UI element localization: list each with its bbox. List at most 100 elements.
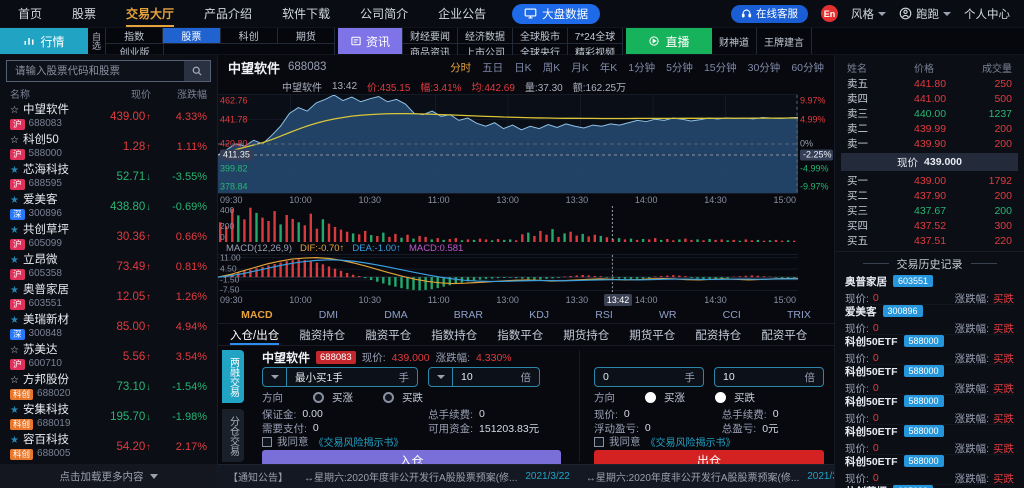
star-icon[interactable]: ☆	[10, 135, 19, 147]
trade-tab[interactable]: 融资持仓	[299, 324, 345, 345]
watchlist-row[interactable]: ★ 安集科技 科创 688019 195.70↓ -1.98%	[0, 402, 217, 432]
agree-checkbox[interactable]	[594, 437, 604, 447]
watchlist-row[interactable]: ★ 奥普家居 沪 603551 12.05↑ 1.26%	[0, 282, 217, 312]
indicator-tab[interactable]: CCI	[723, 309, 741, 321]
topnav-item[interactable]: 软件下载	[282, 0, 330, 27]
extra-tab[interactable]: 财神道	[712, 28, 757, 54]
macd-pane[interactable]: 11.00 4.50 -1.50 -7.50	[218, 254, 798, 294]
star-icon[interactable]: ★	[10, 165, 19, 177]
ask-row[interactable]: 卖五 441.80 250	[835, 76, 1024, 91]
history-item[interactable]: 科创50ETF 588000 现价: 0 涨跌幅: 买跌	[845, 455, 1014, 485]
quotes-button[interactable]: 行情	[0, 28, 88, 54]
star-icon[interactable]: ★	[10, 435, 19, 447]
live-button[interactable]: 直播	[626, 28, 712, 54]
trade-tab[interactable]: 指数平仓	[497, 324, 543, 345]
agree-checkbox[interactable]	[262, 437, 272, 447]
close-quantity-input[interactable]: 0 手	[594, 367, 704, 387]
trade-tab[interactable]: 期货持仓	[563, 324, 609, 345]
news-tab[interactable]: 财经要闻	[403, 28, 458, 44]
bid-row[interactable]: 买二 437.90 200	[835, 188, 1024, 203]
market-tab[interactable]: 期货	[278, 28, 335, 44]
chevron-down-icon[interactable]	[429, 368, 453, 386]
period-tab[interactable]: 1分钟	[628, 60, 655, 75]
market-data-button[interactable]: 大盘数据	[512, 4, 600, 24]
indicator-tab[interactable]: KDJ	[529, 309, 549, 321]
trade-tab[interactable]: 指数持仓	[431, 324, 477, 345]
trade-tab[interactable]: 入仓/出仓	[230, 324, 279, 345]
star-icon[interactable]: ★	[10, 285, 19, 297]
topnav-item[interactable]: 首页	[18, 0, 42, 27]
topnav-item[interactable]: 股票	[72, 0, 96, 27]
search-icon[interactable]	[184, 61, 210, 81]
star-icon[interactable]: ★	[10, 255, 19, 267]
news-button[interactable]: 资讯	[338, 28, 402, 54]
topnav-item[interactable]: 交易大厅	[126, 0, 174, 27]
chevron-down-icon[interactable]	[263, 368, 287, 386]
indicator-tab[interactable]: BRAR	[454, 309, 483, 321]
style-menu[interactable]: 风格	[851, 6, 886, 22]
market-tab[interactable]: 科创	[221, 28, 278, 44]
volume-pane[interactable]: 400 200 0	[218, 206, 798, 242]
ticker-item[interactable]: ↔星期六:2020年度非公开发行A股股票预案(修...2021/3/22	[586, 469, 834, 484]
online-service-button[interactable]: 在线客服	[731, 5, 808, 23]
history-item[interactable]: 科创50ETF 588000 现价: 0 涨跌幅: 买跌	[845, 365, 1014, 395]
buy-long-radio[interactable]	[645, 392, 656, 403]
period-tab[interactable]: 五日	[482, 60, 503, 75]
bid-row[interactable]: 买四 437.52 300	[835, 218, 1024, 233]
trade-tab[interactable]: 期货平仓	[629, 324, 675, 345]
trade-side-tab[interactable]: 分仓交易	[222, 409, 244, 462]
bid-row[interactable]: 买三 437.67 200	[835, 203, 1024, 218]
period-tab[interactable]: 15分钟	[704, 60, 737, 75]
period-tab[interactable]: 60分钟	[791, 60, 824, 75]
watchlist-row[interactable]: ★ 容百科技 科创 688005 54.20↑ 2.17%	[0, 432, 217, 462]
buy-long-radio[interactable]	[313, 392, 324, 403]
bid-row[interactable]: 买五 437.51 220	[835, 233, 1024, 248]
intraday-chart[interactable]: 462.76 441.78 420.80 411.35 399.82 378.8…	[218, 94, 798, 194]
period-tab[interactable]: 分时	[450, 60, 471, 75]
ask-row[interactable]: 卖二 439.99 200	[835, 121, 1024, 136]
news-tab[interactable]: 7*24全球	[568, 28, 623, 44]
news-tab[interactable]: 全球股市	[513, 28, 568, 44]
watchlist-row[interactable]: ☆ 中望软件 沪 688083 439.00↑ 4.33%	[0, 102, 217, 132]
indicator-tab[interactable]: DMI	[319, 309, 338, 321]
self-select-tab[interactable]: 自选	[88, 28, 105, 54]
star-icon[interactable]: ☆	[10, 105, 19, 117]
ask-row[interactable]: 卖一 439.90 200	[835, 136, 1024, 151]
trade-tab[interactable]: 配资平仓	[761, 324, 807, 345]
leverage-select[interactable]: 10 倍	[428, 367, 540, 387]
watchlist-row[interactable]: ★ 爱美客 深 300896 438.80↓ -0.69%	[0, 192, 217, 222]
watchlist-row[interactable]: ☆ 科创50 沪 588000 1.28↑ 1.11%	[0, 132, 217, 162]
indicator-tab[interactable]: WR	[659, 309, 677, 321]
period-tab[interactable]: 周K	[543, 60, 561, 75]
watchlist-row[interactable]: ☆ 苏美达 沪 600710 5.56↑ 3.54%	[0, 342, 217, 372]
period-tab[interactable]: 5分钟	[666, 60, 693, 75]
topnav-item[interactable]: 企业公告	[438, 0, 486, 27]
indicator-tab[interactable]: TRIX	[787, 309, 811, 321]
quantity-select[interactable]: 最小买1手 手	[262, 367, 418, 387]
indicator-tab[interactable]: MACD	[241, 309, 273, 321]
star-icon[interactable]: ☆	[10, 375, 19, 387]
indicator-tab[interactable]: RSI	[595, 309, 613, 321]
language-badge[interactable]: En	[821, 5, 838, 22]
load-more-button[interactable]: 点击加载更多内容	[0, 464, 217, 488]
ask-row[interactable]: 卖三 440.00 1237	[835, 106, 1024, 121]
star-icon[interactable]: ★	[10, 315, 19, 327]
buy-short-radio[interactable]	[383, 392, 394, 403]
indicator-tab[interactable]: DMA	[384, 309, 407, 321]
personal-center-link[interactable]: 个人中心	[964, 6, 1010, 22]
star-icon[interactable]: ★	[10, 225, 19, 237]
trade-tab[interactable]: 配资持仓	[695, 324, 741, 345]
period-tab[interactable]: 月K	[571, 60, 589, 75]
history-item[interactable]: 科创50ETF 588000 现价: 0 涨跌幅: 买跌	[845, 335, 1014, 365]
bid-row[interactable]: 买一 439.00 1792	[835, 173, 1024, 188]
star-icon[interactable]: ★	[10, 405, 19, 417]
news-tab[interactable]: 经济数据	[458, 28, 513, 44]
history-item[interactable]: 爱美客 300896 现价: 0 涨跌幅: 买跌	[845, 305, 1014, 335]
topnav-item[interactable]: 产品介绍	[204, 0, 252, 27]
topnav-item[interactable]: 公司简介	[360, 0, 408, 27]
period-tab[interactable]: 年K	[600, 60, 618, 75]
ticker-item[interactable]: ↔星期六:2020年度非公开发行A股股票预案(修...2021/3/22	[304, 469, 570, 484]
ask-row[interactable]: 卖四 441.00 500	[835, 91, 1024, 106]
risk-agreement-link[interactable]: 《交易风险揭示书》	[314, 434, 404, 449]
period-tab[interactable]: 日K	[514, 60, 532, 75]
